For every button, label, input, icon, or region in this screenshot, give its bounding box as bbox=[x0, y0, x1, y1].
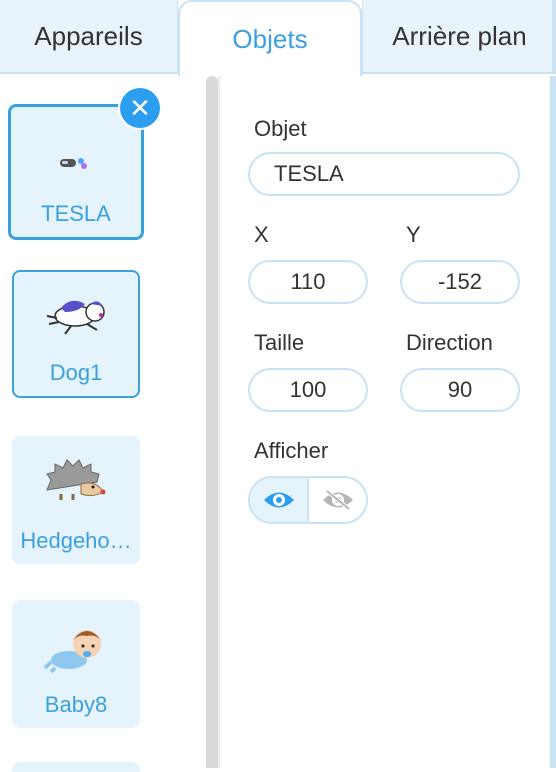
sprite-card-hedgehog[interactable]: Hedgeho… bbox=[12, 436, 140, 564]
sprite-name: Hedgeho… bbox=[20, 528, 132, 553]
hide-button[interactable] bbox=[309, 478, 366, 522]
sprite-list-scrollbar[interactable] bbox=[206, 76, 218, 768]
visibility-toggle bbox=[248, 476, 368, 524]
baby-icon bbox=[12, 618, 140, 674]
delete-sprite-button[interactable]: ✕ bbox=[120, 88, 160, 128]
tab-appareils[interactable]: Appareils bbox=[0, 0, 178, 74]
close-icon: ✕ bbox=[129, 92, 151, 123]
sprite-card-next[interactable] bbox=[12, 762, 140, 772]
panel-edge bbox=[550, 76, 556, 768]
dog-icon bbox=[14, 290, 138, 338]
direction-label: Direction bbox=[406, 330, 493, 355]
object-name-field[interactable]: TESLA bbox=[248, 152, 520, 196]
show-label: Afficher bbox=[254, 438, 329, 463]
x-label: X bbox=[254, 222, 269, 247]
y-label: Y bbox=[406, 222, 421, 247]
hedgehog-icon bbox=[12, 454, 140, 504]
panel-divider bbox=[218, 76, 220, 768]
object-label: Objet bbox=[254, 116, 307, 141]
car-icon bbox=[11, 153, 141, 173]
tab-bar: Appareils Objets Arrière plan bbox=[0, 0, 556, 76]
sprite-card-dog1[interactable]: Dog1 bbox=[12, 270, 140, 398]
direction-field[interactable]: 90 bbox=[400, 368, 520, 412]
x-field[interactable]: 110 bbox=[248, 260, 368, 304]
sprite-name: Baby8 bbox=[44, 692, 108, 717]
y-field[interactable]: -152 bbox=[400, 260, 520, 304]
sprite-card-baby8[interactable]: Baby8 bbox=[12, 600, 140, 728]
sprite-card-tesla[interactable]: TESLA bbox=[8, 104, 144, 240]
eye-off-icon bbox=[322, 489, 353, 511]
show-button[interactable] bbox=[250, 478, 309, 522]
tab-objets[interactable]: Objets bbox=[178, 0, 362, 76]
tab-arriere-plan[interactable]: Arrière plan bbox=[362, 0, 556, 74]
size-field[interactable]: 100 bbox=[248, 368, 368, 412]
sprite-name: Dog1 bbox=[49, 360, 103, 385]
sprite-name: TESLA bbox=[41, 201, 111, 226]
size-label: Taille bbox=[254, 330, 305, 355]
eye-icon bbox=[263, 492, 294, 508]
